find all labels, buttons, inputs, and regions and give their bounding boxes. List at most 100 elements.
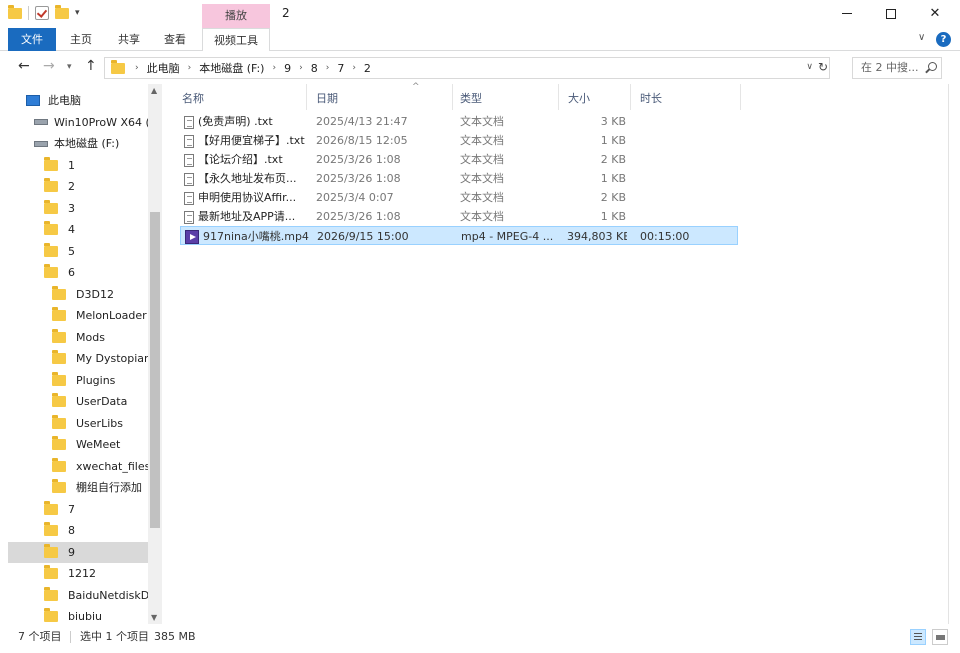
- nav-item-5[interactable]: 5: [8, 241, 148, 262]
- nav-item-melonloader[interactable]: MelonLoader: [8, 305, 148, 326]
- file-date-cell: 2025/3/26 1:08: [316, 210, 401, 223]
- nav-item-本地磁盘-f[interactable]: 本地磁盘 (F:): [8, 133, 148, 154]
- chevron-right-icon[interactable]: ›: [299, 63, 303, 73]
- column-header-duration[interactable]: 时长: [640, 90, 662, 106]
- nav-item-my-dystopian-f[interactable]: My Dystopian F: [8, 348, 148, 369]
- file-name-cell: (免责声明) .txt: [184, 112, 310, 131]
- nav-item-1[interactable]: 1: [8, 155, 148, 176]
- nav-item-棚组自行添加[interactable]: 棚组自行添加: [8, 477, 148, 498]
- nav-item-label: 8: [68, 524, 75, 537]
- close-button[interactable]: ✕: [912, 0, 958, 28]
- nav-item-8[interactable]: 8: [8, 520, 148, 541]
- file-date-cell: 2025/3/26 1:08: [316, 153, 401, 166]
- chevron-right-icon[interactable]: ›: [188, 63, 192, 73]
- file-row[interactable]: 申明使用协议Affir... 2025/3/4 0:07 文本文档 2 KB: [180, 188, 738, 207]
- nav-item-2[interactable]: 2: [8, 176, 148, 197]
- nav-item-userlibs[interactable]: UserLibs: [8, 413, 148, 434]
- column-header-type[interactable]: 类型: [460, 90, 482, 106]
- breadcrumb-2[interactable]: 2: [364, 62, 371, 75]
- context-tab-group-label: 播放: [202, 4, 270, 28]
- chevron-right-icon[interactable]: ›: [352, 63, 356, 73]
- tab-file[interactable]: 文件: [8, 28, 56, 51]
- chevron-right-icon[interactable]: ›: [135, 63, 139, 73]
- folder-icon: [52, 307, 66, 321]
- file-row[interactable]: 【永久地址发布页... 2025/3/26 1:08 文本文档 1 KB: [180, 169, 738, 188]
- tab-view[interactable]: 查看: [162, 28, 188, 51]
- nav-item-wemeet[interactable]: WeMeet: [8, 434, 148, 455]
- refresh-icon[interactable]: ↻: [818, 60, 828, 74]
- nav-item-6[interactable]: 6: [8, 262, 148, 283]
- nav-item-plugins[interactable]: Plugins: [8, 370, 148, 391]
- address-bar[interactable]: › 此电脑 › 本地磁盘 (F:) › 9 › 8 › 7 › 2 ∨ ↻: [104, 57, 830, 79]
- file-name-cell: 917nina小嘴桃.mp4: [185, 227, 311, 246]
- nav-item-1212[interactable]: 1212: [8, 563, 148, 584]
- nav-item-此电脑[interactable]: 此电脑: [8, 90, 148, 111]
- back-arrow-icon[interactable]: ←: [18, 58, 30, 74]
- nav-item-3[interactable]: 3: [8, 198, 148, 219]
- nav-item-biubiu[interactable]: biubiu: [8, 606, 148, 624]
- file-name: 申明使用协议Affir...: [198, 191, 297, 204]
- chevron-right-icon[interactable]: ›: [272, 63, 276, 73]
- column-header-size[interactable]: 大小: [568, 90, 590, 106]
- forward-arrow-icon[interactable]: →: [43, 58, 55, 74]
- nav-item-label: D3D12: [76, 287, 114, 301]
- breadcrumb-drive-f[interactable]: 本地磁盘 (F:): [199, 60, 264, 76]
- breadcrumb-8[interactable]: 8: [311, 62, 318, 75]
- nav-item-baidunetdiskdo[interactable]: BaiduNetdiskDo: [8, 585, 148, 606]
- nav-item-9[interactable]: 9: [8, 541, 148, 563]
- breadcrumb-this-pc[interactable]: 此电脑: [147, 60, 180, 76]
- breadcrumb-9[interactable]: 9: [284, 62, 291, 75]
- nav-item-4[interactable]: 4: [8, 219, 148, 240]
- nav-pane-scrollbar[interactable]: ▲ ▼: [148, 84, 162, 624]
- search-icon[interactable]: [928, 62, 937, 71]
- folder-icon: [52, 371, 66, 386]
- maximize-button[interactable]: [868, 0, 914, 28]
- drive-icon: [34, 140, 48, 147]
- scroll-down-icon[interactable]: ▼: [151, 613, 157, 622]
- large-icons-view-icon: [936, 635, 945, 640]
- help-icon[interactable]: ?: [936, 32, 951, 47]
- file-row[interactable]: 【好用便宜梯子】.txt 2026/8/15 12:05 文本文档 1 KB: [180, 131, 738, 150]
- file-row[interactable]: 917nina小嘴桃.mp4 2026/9/15 15:00 mp4 - MPEG-…: [180, 226, 738, 245]
- nav-item-label: 4: [68, 223, 75, 236]
- nav-item-7[interactable]: 7: [8, 499, 148, 520]
- file-row[interactable]: (免责声明) .txt 2025/4/13 21:47 文本文档 3 KB: [180, 112, 738, 131]
- nav-item-userdata[interactable]: UserData: [8, 391, 148, 412]
- nav-item-d3d12[interactable]: D3D12: [8, 284, 148, 305]
- tab-share[interactable]: 共享: [116, 28, 142, 51]
- nav-item-win10prow-x64-c[interactable]: Win10ProW X64 (C: [8, 112, 148, 133]
- txt-icon: [184, 134, 194, 148]
- new-folder-icon[interactable]: [55, 4, 69, 19]
- details-view-icon: [914, 633, 922, 634]
- folder-icon: [44, 242, 58, 257]
- status-bar: 7 个项目 选中 1 个项目 385 MB: [0, 626, 960, 648]
- nav-item-mods[interactable]: Mods: [8, 327, 148, 348]
- properties-icon[interactable]: [35, 6, 49, 20]
- column-header-name[interactable]: 名称: [182, 90, 204, 106]
- details-view-button[interactable]: [910, 629, 926, 645]
- minimize-button[interactable]: [824, 0, 870, 28]
- tab-video-tools[interactable]: 视频工具: [202, 28, 270, 51]
- file-row[interactable]: 最新地址及APP请... 2025/3/26 1:08 文本文档 1 KB: [180, 207, 738, 226]
- file-name: 最新地址及APP请...: [198, 210, 296, 223]
- folder-icon: [44, 543, 58, 558]
- up-arrow-icon[interactable]: ↑: [85, 58, 97, 74]
- scroll-up-icon[interactable]: ▲: [151, 86, 157, 95]
- column-header-date[interactable]: 日期: [316, 90, 338, 106]
- scrollbar-thumb[interactable]: [150, 212, 160, 528]
- expand-ribbon-icon[interactable]: ∨: [918, 32, 925, 43]
- divider: [558, 84, 559, 110]
- breadcrumb-7[interactable]: 7: [337, 62, 344, 75]
- file-type-cell: 文本文档: [460, 153, 504, 166]
- nav-item-xwechat-files[interactable]: xwechat_files: [8, 456, 148, 477]
- file-row[interactable]: 【论坛介绍】.txt 2025/3/26 1:08 文本文档 2 KB: [180, 150, 738, 169]
- chevron-down-icon[interactable]: ▾: [75, 8, 80, 18]
- recent-locations-chevron-icon[interactable]: ▾: [67, 62, 72, 72]
- address-dropdown-icon[interactable]: ∨: [806, 62, 813, 72]
- folder-icon: [52, 393, 66, 407]
- large-icons-view-button[interactable]: [932, 629, 948, 645]
- chevron-right-icon[interactable]: ›: [326, 63, 330, 73]
- divider: [740, 84, 741, 110]
- search-input[interactable]: 在 2 中搜...: [852, 57, 942, 79]
- tab-home[interactable]: 主页: [68, 28, 94, 51]
